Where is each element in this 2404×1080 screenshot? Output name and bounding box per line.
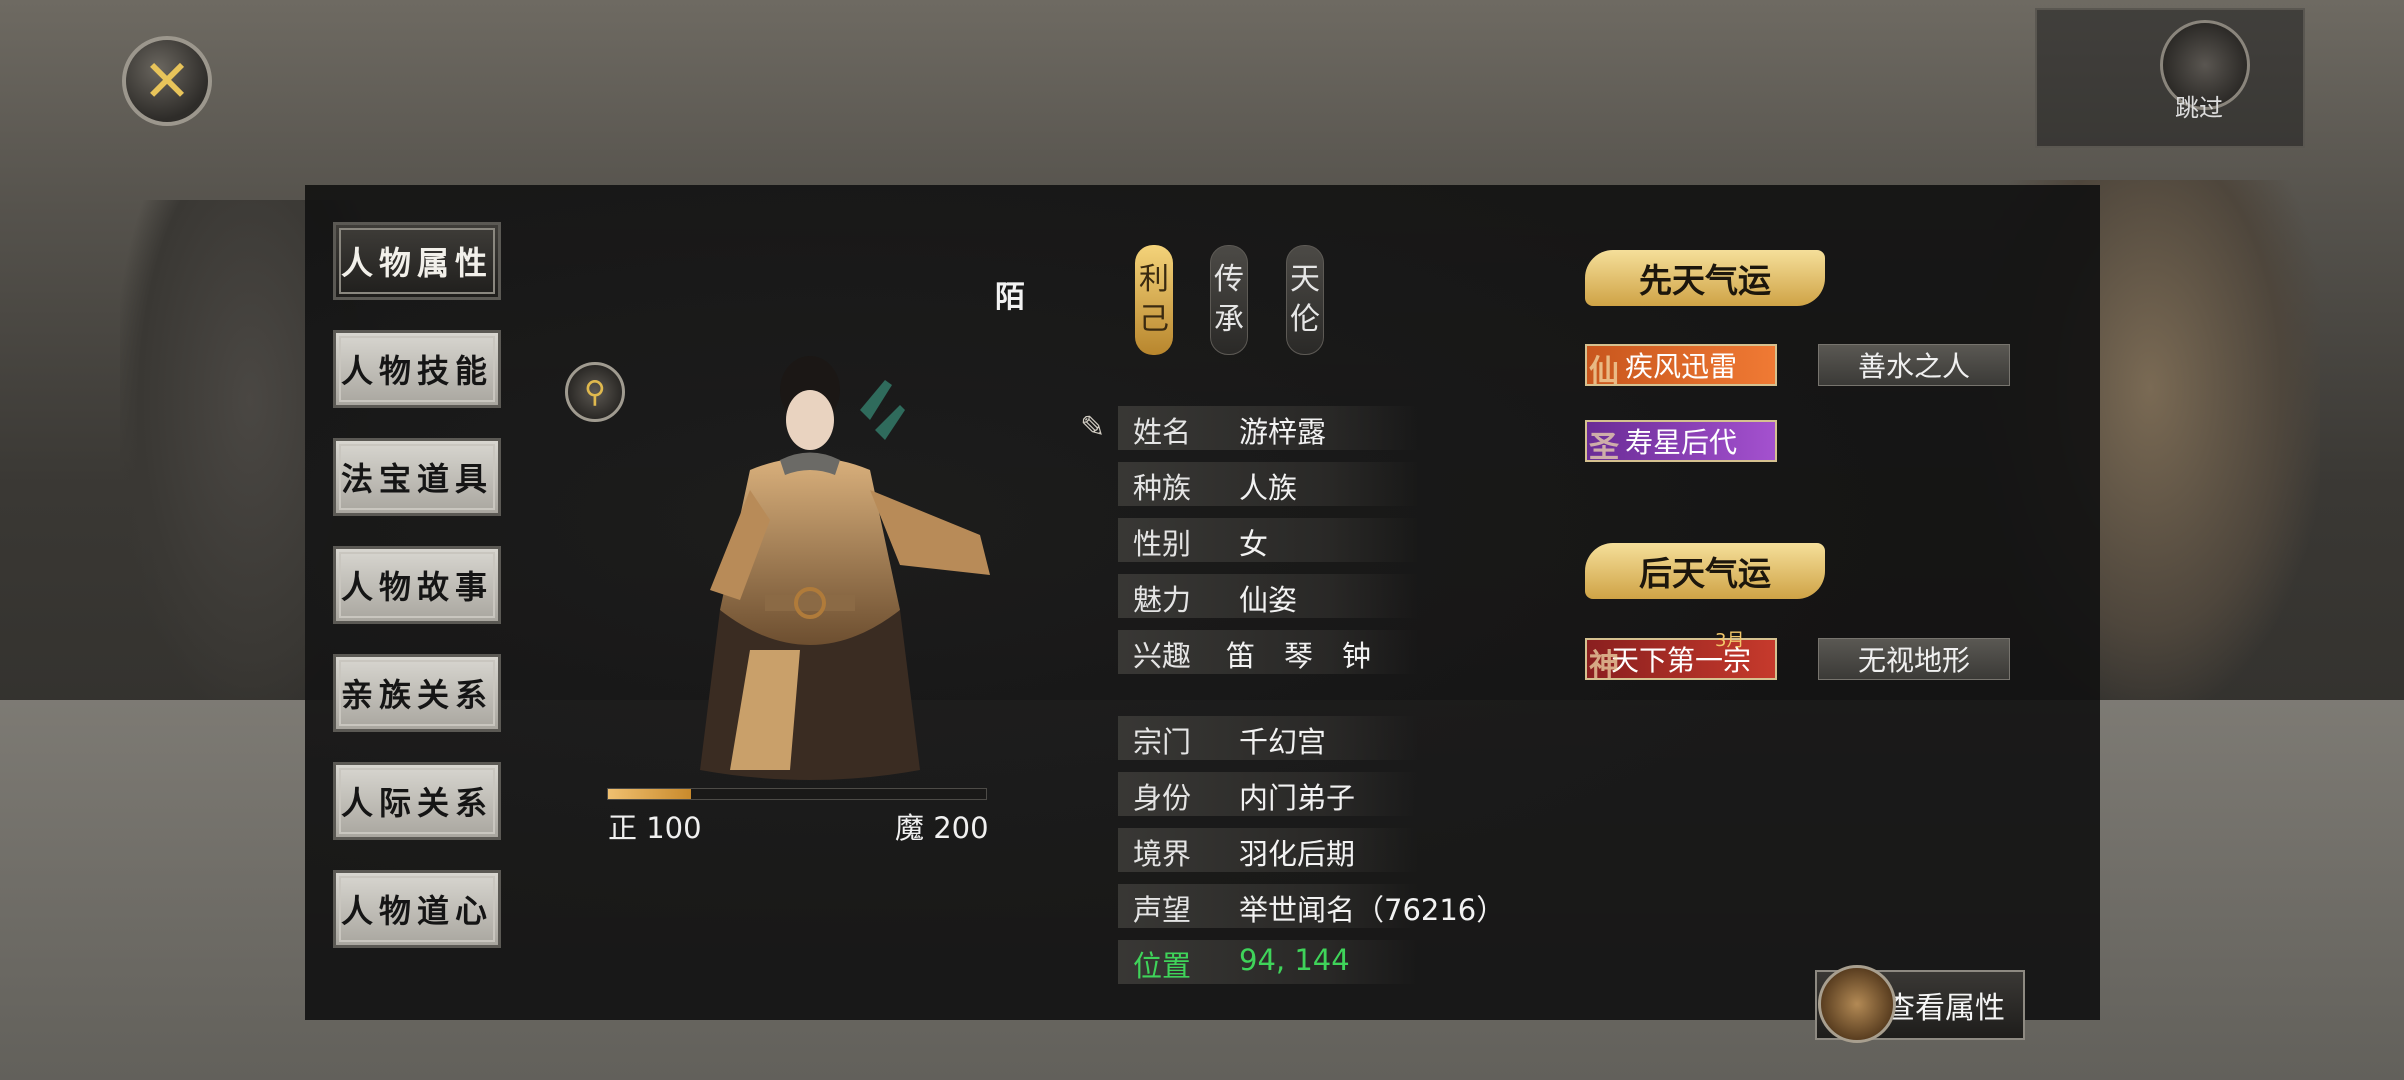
trait-acquired-2[interactable]: 无视地形	[1818, 638, 2010, 680]
info-hobby-value: 笛 琴 钟	[1226, 639, 1372, 673]
trait-label: 疾风迅雷	[1624, 350, 1737, 383]
trait-label: 无视地形	[1857, 644, 1970, 677]
tab-label: 利 己	[1139, 262, 1169, 337]
info-charm-value: 仙姿	[1239, 583, 1298, 617]
trait-innate-2[interactable]: 善水之人	[1818, 344, 2010, 386]
sidebar-item-relationships[interactable]: 人际关系	[333, 762, 501, 840]
info-location-value[interactable]: 94, 144	[1239, 943, 1350, 977]
tab-family-bonds[interactable]: 天 伦	[1286, 245, 1324, 355]
innate-fortune-title: 先天气运	[1639, 261, 1771, 300]
info-sect-value: 千幻宫	[1239, 725, 1327, 759]
acquired-fortune-title: 后天气运	[1639, 554, 1771, 593]
trait-glyph: 仙	[1589, 354, 1619, 389]
info-name-value: 游梓露	[1239, 415, 1327, 449]
sidebar-item-label: 人物故事	[340, 568, 493, 606]
tab-label: 天 伦	[1290, 262, 1320, 337]
close-button[interactable]: ✕	[122, 36, 212, 126]
righteous-value: 正 100	[608, 811, 702, 845]
info-race-key: 种族	[1133, 471, 1192, 505]
morality-bar-fill	[608, 789, 692, 799]
info-gender-value: 女	[1239, 527, 1269, 561]
innate-fortune-banner: 先天气运	[1585, 250, 1825, 306]
skip-label: 跳过	[2175, 94, 2223, 122]
character-portrait	[700, 356, 990, 780]
info-hobby-key: 兴趣	[1133, 639, 1192, 673]
sidebar-item-label: 人际关系	[340, 784, 493, 822]
tab-label: 传 承	[1214, 262, 1244, 337]
demonic-value: 魔 200	[895, 811, 989, 845]
info-fame-value: 举世闻名（76216）	[1239, 893, 1506, 927]
sidebar-item-label: 人物技能	[340, 352, 493, 390]
info-status-key: 身份	[1133, 781, 1192, 815]
info-realm-key: 境界	[1133, 837, 1192, 871]
tab-selfish[interactable]: 利 己	[1135, 245, 1173, 355]
info-charm-key: 魅力	[1133, 583, 1192, 617]
acquired-fortune-banner: 后天气运	[1585, 543, 1825, 599]
trait-glyph: 圣	[1589, 430, 1619, 465]
edit-name-icon[interactable]: ✎	[1080, 410, 1118, 448]
trait-duration-badge: 3月	[1715, 630, 1745, 651]
info-location-key: 位置	[1133, 949, 1192, 983]
sidebar-item-label: 人物道心	[340, 892, 493, 930]
info-race-value: 人族	[1239, 471, 1298, 505]
trait-innate-3[interactable]: 圣 寿星后代	[1585, 420, 1777, 465]
meditation-icon	[1818, 965, 1896, 1043]
info-sect-key: 宗门	[1133, 725, 1192, 759]
info-gender-key: 性别	[1133, 527, 1192, 561]
sidebar-item-label: 法宝道具	[340, 460, 493, 498]
info-status-value: 内门弟子	[1239, 781, 1356, 815]
sidebar-item-family[interactable]: 亲族关系	[333, 654, 501, 732]
sidebar-item-dao-heart[interactable]: 人物道心	[333, 870, 501, 948]
sidebar-item-label: 亲族关系	[340, 676, 493, 714]
tab-inheritance[interactable]: 传 承	[1210, 245, 1248, 355]
morality-bar	[607, 788, 987, 800]
info-name-key: 姓名	[1133, 415, 1192, 449]
info-fame-key: 声望	[1133, 893, 1192, 927]
close-icon: ✕	[142, 47, 192, 115]
trait-label: 寿星后代	[1624, 426, 1737, 459]
trait-label: 善水之人	[1857, 350, 1970, 383]
info-realm-value: 羽化后期	[1239, 837, 1356, 871]
character-nickname: 陌	[995, 280, 1025, 315]
sidebar-item-character-story[interactable]: 人物故事	[333, 546, 501, 624]
sidebar-item-character-attributes[interactable]: 人物属性	[333, 222, 501, 300]
sidebar-item-treasures[interactable]: 法宝道具	[333, 438, 501, 516]
trait-acquired-1[interactable]: 神 天下第一宗	[1585, 638, 1777, 683]
sidebar-item-character-skills[interactable]: 人物技能	[333, 330, 501, 408]
sidebar-item-label: 人物属性	[340, 244, 493, 282]
view-attributes-label: 查看属性	[1885, 991, 2005, 1026]
trait-innate-1[interactable]: 仙 疾风迅雷	[1585, 344, 1777, 389]
trait-glyph: 神	[1589, 648, 1619, 683]
